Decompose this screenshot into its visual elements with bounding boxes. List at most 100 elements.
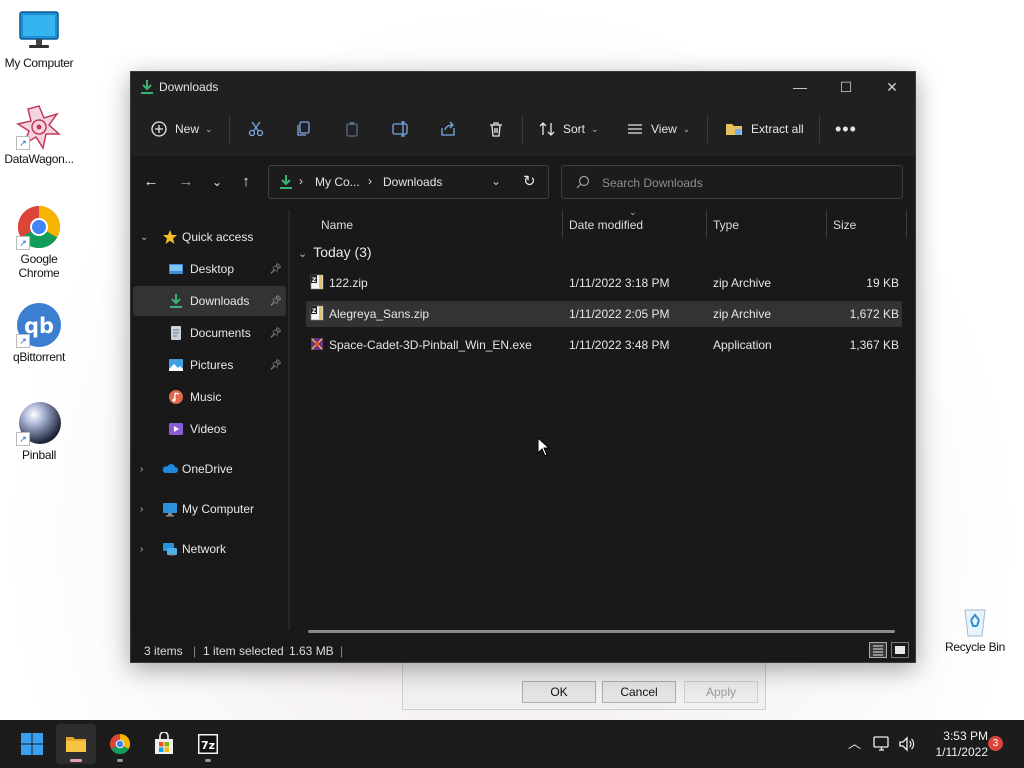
more-options-button[interactable]: ••• (835, 114, 857, 144)
taskbar-file-explorer[interactable] (56, 724, 96, 764)
notification-badge[interactable]: 3 (988, 736, 1003, 751)
file-row[interactable]: Z Alegreya_Sans.zip 1/11/2022 2:05 PM zi… (306, 301, 902, 327)
search-box[interactable] (561, 165, 903, 199)
sort-label: Sort (563, 122, 586, 136)
sort-button[interactable]: Sort ⌄ (539, 114, 599, 144)
desktop-icon-pinball[interactable]: ↗ Pinball (0, 400, 78, 462)
chevron-down-icon[interactable]: ⌄ (140, 232, 148, 243)
datawagon-icon: ↗ (16, 104, 62, 150)
title-bar[interactable]: Downloads — ☐ ✕ (131, 72, 915, 102)
search-icon (576, 175, 590, 189)
ok-button[interactable]: OK (522, 681, 596, 703)
toolbar-separator (819, 115, 820, 143)
nav-item-desktop[interactable]: Desktop 📌︎ (133, 254, 286, 284)
desktop-icon-recycle-bin[interactable]: Recycle Bin (936, 602, 1014, 654)
address-bar[interactable]: › My Co... › Downloads ⌄ ↻ (268, 165, 549, 199)
horizontal-scrollbar[interactable] (308, 630, 895, 633)
desktop-icon-google-chrome[interactable]: ↗ Google Chrome (0, 204, 78, 280)
nav-quick-access[interactable]: ⌄ Quick access (133, 222, 286, 252)
column-separator[interactable] (826, 210, 827, 238)
chrome-icon: ↗ (16, 204, 62, 250)
rename-button[interactable] (392, 114, 410, 144)
running-indicator (117, 759, 123, 762)
desktop-icon-qbittorrent[interactable]: qb ↗ qBittorrent (0, 302, 78, 364)
nav-item-downloads[interactable]: Downloads 📌︎ (133, 286, 286, 316)
cut-button[interactable] (248, 114, 264, 144)
tiles-view-button[interactable] (891, 642, 909, 658)
breadcrumb-my-computer[interactable]: My Co... (315, 175, 360, 189)
column-separator[interactable] (906, 210, 907, 238)
extract-folder-icon (726, 124, 742, 135)
item-count: 3 items (144, 644, 183, 658)
nav-item-videos[interactable]: Videos (133, 414, 286, 444)
start-button[interactable] (12, 724, 52, 764)
group-header-today[interactable]: ⌄ Today (3) (298, 244, 372, 260)
close-button[interactable]: ✕ (869, 72, 915, 102)
chevron-right-icon[interactable]: › (140, 544, 143, 555)
nav-onedrive[interactable]: › OneDrive (133, 454, 286, 484)
clock[interactable]: 3:53 PM 1/11/2022 (922, 728, 989, 760)
file-size: 1,367 KB (849, 338, 899, 352)
column-header-type[interactable]: Type (713, 210, 739, 240)
nav-network[interactable]: › Network (133, 534, 286, 564)
chevron-right-icon[interactable]: › (140, 504, 143, 515)
back-button[interactable]: ← (140, 171, 162, 193)
chevron-down-icon[interactable]: ⌄ (491, 174, 501, 188)
zip-file-icon: Z (310, 274, 324, 290)
nav-label: Pictures (190, 358, 234, 372)
toolbar-separator (522, 115, 523, 143)
details-view-button[interactable] (869, 642, 887, 658)
file-row[interactable]: Z 122.zip 1/11/2022 3:18 PM zip Archive … (306, 270, 902, 296)
svg-text:Z: Z (312, 308, 317, 315)
window-title: Downloads (159, 80, 219, 94)
forward-button[interactable]: → (175, 171, 197, 193)
clock-date: 1/11/2022 (935, 745, 989, 759)
maximize-button[interactable]: ☐ (823, 72, 869, 102)
video-icon (169, 423, 183, 435)
taskbar-store[interactable] (144, 724, 184, 764)
desktop-icon-datawagon[interactable]: ↗ DataWagon... (0, 104, 78, 166)
properties-dialog: OK Cancel Apply (402, 660, 766, 710)
new-button[interactable]: New ⌄ (151, 114, 213, 144)
up-button[interactable]: ↑ (235, 171, 257, 193)
nav-item-documents[interactable]: Documents 📌︎ (133, 318, 286, 348)
application-icon (311, 338, 323, 350)
cancel-button[interactable]: Cancel (602, 681, 676, 703)
mouse-cursor-icon (537, 437, 551, 457)
command-bar: New ⌄ Sort ⌄ View ⌄ Extract all ••• (131, 102, 915, 157)
share-button[interactable] (440, 114, 456, 144)
column-separator[interactable] (706, 210, 707, 238)
nav-my-computer[interactable]: › My Computer (133, 494, 286, 524)
view-button[interactable]: View ⌄ (627, 114, 690, 144)
apply-button[interactable]: Apply (684, 681, 758, 703)
chevron-right-icon[interactable]: › (140, 464, 143, 475)
delete-button[interactable] (488, 114, 504, 144)
taskbar-7zip[interactable]: 7z (188, 724, 228, 764)
download-icon (280, 175, 292, 189)
file-row[interactable]: Space-Cadet-3D-Pinball_Win_EN.exe 1/11/2… (306, 332, 902, 358)
desktop-icon-my-computer[interactable]: My Computer (0, 8, 78, 70)
show-hidden-icons-button[interactable]: ︿ (848, 720, 861, 768)
breadcrumb-downloads[interactable]: Downloads (383, 175, 442, 189)
column-separator[interactable] (562, 210, 563, 238)
plus-circle-icon (151, 121, 167, 137)
file-name: Alegreya_Sans.zip (329, 307, 430, 321)
taskbar-chrome[interactable] (100, 724, 140, 764)
paste-button[interactable] (344, 114, 360, 144)
nav-item-music[interactable]: Music (133, 382, 286, 412)
extract-all-button[interactable]: Extract all (725, 114, 804, 144)
network-status-icon[interactable] (873, 736, 891, 752)
copy-button[interactable] (296, 114, 312, 144)
nav-item-pictures[interactable]: Pictures 📌︎ (133, 350, 286, 380)
column-header-name[interactable]: Name (321, 210, 353, 240)
sort-icon (539, 122, 555, 136)
minimize-button[interactable]: — (777, 72, 823, 102)
shortcut-arrow-icon: ↗ (16, 136, 30, 150)
search-input[interactable] (600, 173, 894, 193)
speaker-icon[interactable] (898, 736, 916, 752)
new-label: New (175, 122, 200, 136)
recycle-bin-icon (957, 602, 993, 638)
column-header-size[interactable]: Size (833, 210, 856, 240)
refresh-icon[interactable]: ↻ (523, 172, 536, 190)
recent-locations-button[interactable]: ⌄ (206, 171, 228, 193)
